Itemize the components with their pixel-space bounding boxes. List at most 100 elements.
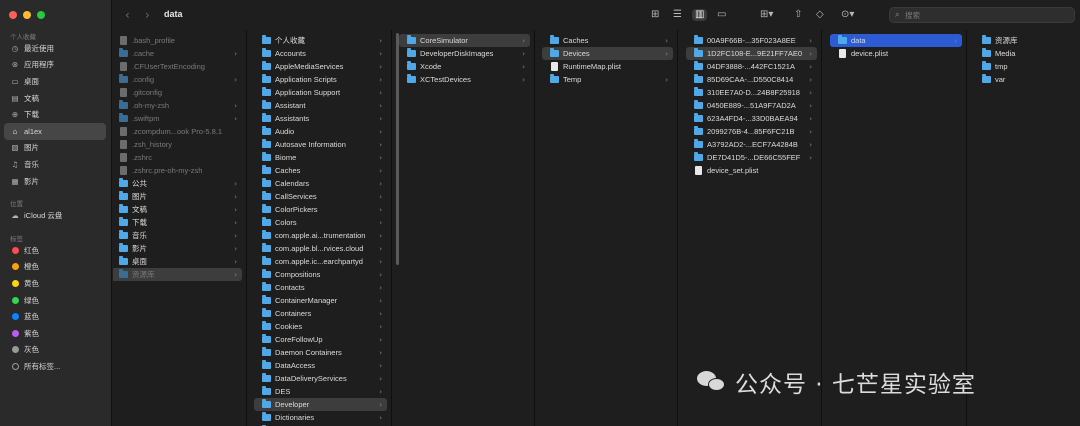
file-row[interactable]: device_set.plist: [686, 164, 817, 177]
folder-row[interactable]: Caches ›: [254, 164, 387, 177]
sidebar-item-tag-1[interactable]: 橙色: [4, 259, 106, 276]
file-row[interactable]: .zsh_history: [113, 138, 242, 151]
folder-row[interactable]: .oh-my-zsh ›: [113, 99, 242, 112]
folder-row[interactable]: 文稿 ›: [113, 203, 242, 216]
sidebar-item-music[interactable]: ♫ 音乐: [4, 156, 106, 173]
sidebar-item-download[interactable]: ⊕ 下载: [4, 106, 106, 123]
file-row[interactable]: .zshrc: [113, 151, 242, 164]
folder-row[interactable]: 公共 ›: [113, 177, 242, 190]
column-developer[interactable]: CoreSimulator › DeveloperDiskImages › Xcode ›…: [393, 30, 535, 426]
folder-row[interactable]: 下载 ›: [113, 216, 242, 229]
column-view-button[interactable]: ▥: [692, 9, 708, 21]
folder-row[interactable]: 音乐 ›: [113, 229, 242, 242]
library-scrollbar[interactable]: [396, 33, 399, 265]
file-row[interactable]: .CFUserTextEncoding: [113, 60, 242, 73]
group-button[interactable]: ⊞▾: [760, 9, 773, 21]
folder-row[interactable]: Biome ›: [254, 151, 387, 164]
forward-button[interactable]: ›: [145, 8, 150, 22]
folder-row[interactable]: 资源库 ›: [113, 268, 242, 281]
sidebar-item-tag-2[interactable]: 黄色: [4, 275, 106, 292]
folder-row[interactable]: Devices ›: [542, 47, 673, 60]
tag-button[interactable]: ◇: [816, 9, 824, 21]
sidebar-item-apps[interactable]: ⊛ 应用程序: [4, 57, 106, 74]
folder-row[interactable]: 图片 ›: [113, 190, 242, 203]
folder-row[interactable]: .cache ›: [113, 47, 242, 60]
folder-row[interactable]: 影片 ›: [113, 242, 242, 255]
folder-row[interactable]: Assistant ›: [254, 99, 387, 112]
folder-row[interactable]: 310EE7A0-D...24B8F25918 ›: [686, 86, 817, 99]
folder-row[interactable]: 资源库: [974, 34, 1076, 47]
folder-row[interactable]: ContainerManager ›: [254, 294, 387, 307]
file-row[interactable]: .bash_profile: [113, 34, 242, 47]
folder-row[interactable]: Calendars ›: [254, 177, 387, 190]
folder-row[interactable]: 桌面 ›: [113, 255, 242, 268]
folder-row[interactable]: DeveloperDiskImages ›: [399, 47, 530, 60]
folder-row[interactable]: 623A4FD4-...33D0BAEA94 ›: [686, 112, 817, 125]
folder-row[interactable]: Dictionaries ›: [254, 411, 387, 424]
folder-row[interactable]: AppleMediaServices ›: [254, 60, 387, 73]
folder-row[interactable]: Application Support ›: [254, 86, 387, 99]
folder-row[interactable]: 1D2FC108-E...9E21FF7AE0 ›: [686, 47, 817, 60]
folder-row[interactable]: Daemon Containers ›: [254, 346, 387, 359]
folder-row[interactable]: com.apple.ai...trumentation ›: [254, 229, 387, 242]
search-input[interactable]: [905, 9, 1065, 21]
file-row[interactable]: .zcompdum...ook Pro-5.8.1: [113, 125, 242, 138]
folder-row[interactable]: com.apple.bl...rvices.cloud ›: [254, 242, 387, 255]
file-row[interactable]: device.plist: [830, 47, 962, 60]
folder-row[interactable]: A3792AD2-...ECF7A4284B ›: [686, 138, 817, 151]
folder-row[interactable]: DataAccess ›: [254, 359, 387, 372]
folder-row[interactable]: com.apple.ic...earchpartyd ›: [254, 255, 387, 268]
folder-row[interactable]: data ›: [830, 34, 962, 47]
folder-row[interactable]: 个人收藏 ›: [254, 34, 387, 47]
folder-row[interactable]: 2099276B-4...85F6FC21B ›: [686, 125, 817, 138]
folder-row[interactable]: DataDeliveryServices ›: [254, 372, 387, 385]
sidebar-item-tag-6[interactable]: 灰色: [4, 342, 106, 359]
close-button[interactable]: [9, 11, 17, 19]
icon-view-button[interactable]: ⊞: [651, 9, 659, 21]
folder-row[interactable]: 00A9F66B-...35F023A8EE ›: [686, 34, 817, 47]
folder-row[interactable]: Developer ›: [254, 398, 387, 411]
folder-row[interactable]: DE7D41D5-...DE66C55FEF ›: [686, 151, 817, 164]
column-home[interactable]: .bash_profile .cache › .CFUserTextEncoding.…: [113, 30, 247, 426]
minimize-button[interactable]: [23, 11, 31, 19]
folder-row[interactable]: Audio ›: [254, 125, 387, 138]
column-coresimulator[interactable]: Caches › Devices › RuntimeMap.plist Temp ›: [536, 30, 678, 426]
folder-row[interactable]: .config ›: [113, 73, 242, 86]
folder-row[interactable]: Colors ›: [254, 216, 387, 229]
search-field[interactable]: ⌕: [889, 7, 1075, 23]
folder-row[interactable]: var: [974, 73, 1076, 86]
folder-row[interactable]: DES ›: [254, 385, 387, 398]
sidebar-item-tag-7[interactable]: 所有标签...: [4, 358, 106, 375]
share-button[interactable]: ⇧: [794, 9, 802, 21]
folder-row[interactable]: Media: [974, 47, 1076, 60]
file-row[interactable]: .gitconfig: [113, 86, 242, 99]
sidebar-item-tag-3[interactable]: 绿色: [4, 292, 106, 309]
folder-row[interactable]: CoreSimulator ›: [399, 34, 530, 47]
folder-row[interactable]: ColorPickers ›: [254, 203, 387, 216]
more-actions-button[interactable]: ⊙▾: [841, 9, 854, 21]
folder-row[interactable]: Cookies ›: [254, 320, 387, 333]
folder-row[interactable]: XCTestDevices ›: [399, 73, 530, 86]
folder-row[interactable]: tmp: [974, 60, 1076, 73]
sidebar-item-clock[interactable]: ◷ 最近使用: [4, 40, 106, 57]
sidebar-item-tag-0[interactable]: 红色: [4, 242, 106, 259]
folder-row[interactable]: Xcode ›: [399, 60, 530, 73]
folder-row[interactable]: Assistants ›: [254, 112, 387, 125]
folder-row[interactable]: Contacts ›: [254, 281, 387, 294]
sidebar-item-home[interactable]: ⌂ al1ex: [4, 122, 106, 140]
folder-row[interactable]: Accounts ›: [254, 47, 387, 60]
file-row[interactable]: RuntimeMap.plist: [542, 60, 673, 73]
folder-row[interactable]: .swiftpm ›: [113, 112, 242, 125]
back-button[interactable]: ‹: [125, 8, 130, 22]
column-library[interactable]: 个人收藏 › Accounts › AppleMediaServices › Applica…: [248, 30, 392, 426]
sidebar-item-tag-4[interactable]: 蓝色: [4, 308, 106, 325]
folder-row[interactable]: 04DF3888-...442FC1521A ›: [686, 60, 817, 73]
sidebar-item-document[interactable]: ▤ 文稿: [4, 90, 106, 107]
folder-row[interactable]: CallServices ›: [254, 190, 387, 203]
folder-row[interactable]: CoreFollowUp ›: [254, 333, 387, 346]
list-view-button[interactable]: ☰: [673, 9, 682, 21]
folder-row[interactable]: 85D69CAA-...D550C8414 ›: [686, 73, 817, 86]
sidebar-item-film[interactable]: ▦ 影片: [4, 173, 106, 190]
sidebar-item-desktop[interactable]: ▭ 桌面: [4, 73, 106, 90]
file-row[interactable]: .zshrc.pre-oh-my-zsh: [113, 164, 242, 177]
